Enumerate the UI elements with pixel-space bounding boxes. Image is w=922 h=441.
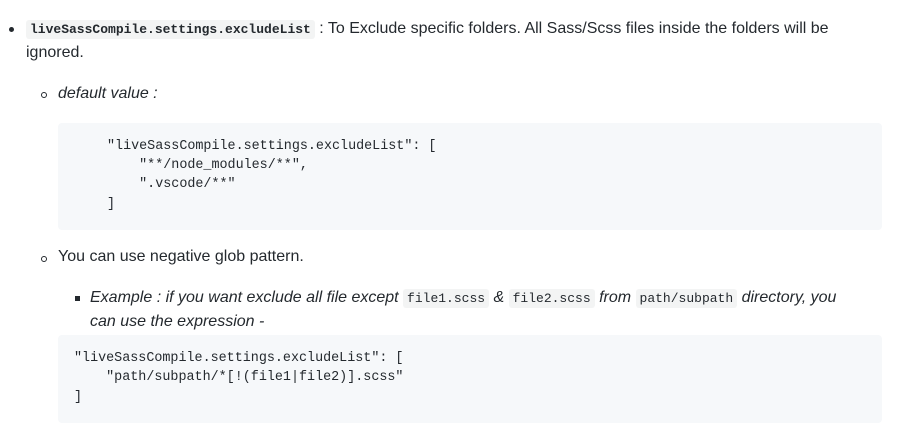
negative-glob-text: You can use negative glob pattern. — [58, 248, 304, 265]
exclude-list-item-line2: ignored. — [26, 44, 84, 61]
file1-code: file1.scss — [403, 289, 490, 308]
example-suffix: directory, you — [737, 289, 837, 306]
code-line: ".vscode/**" — [107, 177, 236, 192]
default-value-label: default value : — [58, 85, 158, 102]
example-line2: can use the expression - — [90, 313, 265, 330]
code-line: ] — [107, 197, 116, 212]
code-line: "path/subpath/*[!(file1|file2)].scss" — [74, 370, 404, 385]
path-code: path/subpath — [635, 289, 738, 308]
exclude-list-item-line1: liveSassCompile.settings.excludeList : T… — [26, 17, 829, 42]
bullet-circle-icon — [41, 256, 47, 262]
file2-code: file2.scss — [508, 289, 595, 308]
description-text: To Exclude specific folders. All Sass/Sc… — [327, 20, 829, 37]
bullet-circle-icon — [41, 92, 47, 98]
code-line: ] — [74, 390, 83, 405]
code-line: "liveSassCompile.settings.excludeList": … — [107, 139, 437, 154]
bullet-disc-icon — [9, 27, 14, 32]
separator-text: : — [314, 20, 328, 37]
example-from: from — [594, 289, 636, 306]
example-prefix: Example : if you want exclude all file e… — [90, 289, 404, 306]
code-line: "**/node_modules/**", — [107, 158, 308, 173]
default-value-code-block: "liveSassCompile.settings.excludeList": … — [58, 123, 882, 230]
example-code-block: "liveSassCompile.settings.excludeList": … — [58, 335, 882, 423]
setting-key-code: liveSassCompile.settings.excludeList — [26, 20, 315, 39]
example-line1: Example : if you want exclude all file e… — [90, 286, 836, 311]
code-line: "liveSassCompile.settings.excludeList": … — [74, 351, 404, 366]
bullet-square-icon — [75, 296, 80, 301]
example-amp: & — [489, 289, 509, 306]
